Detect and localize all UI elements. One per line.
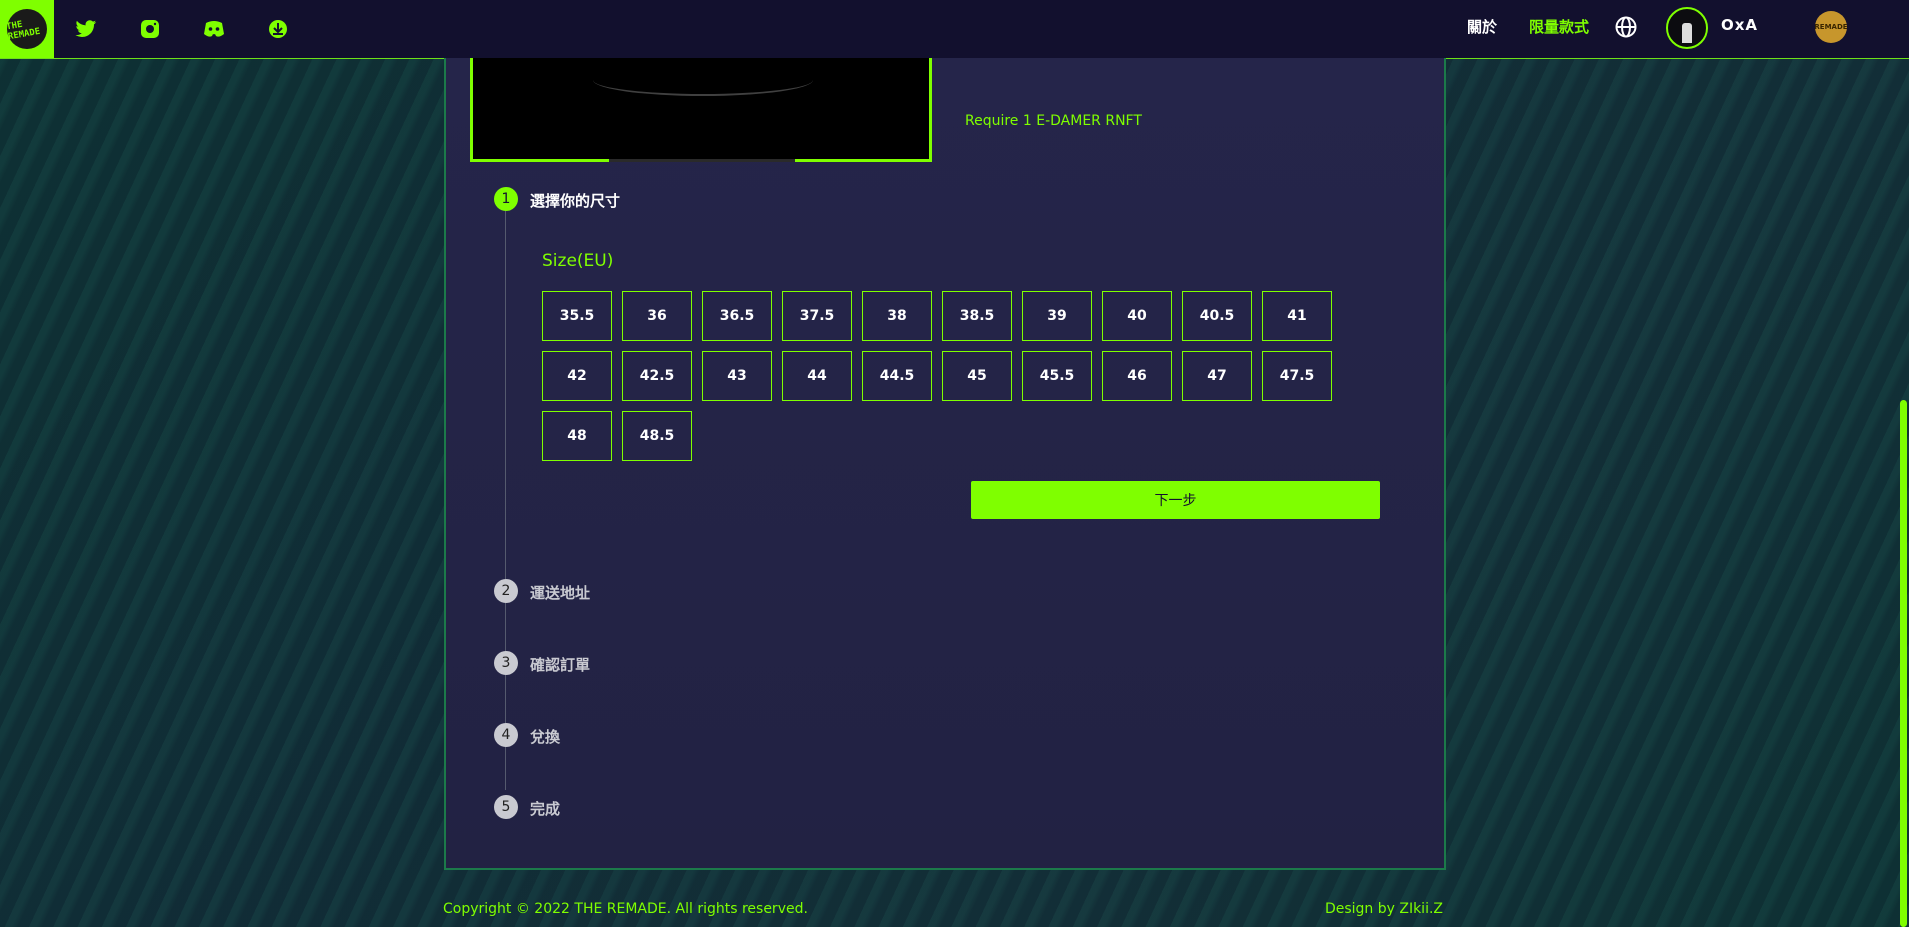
user-avatar[interactable]: [1666, 7, 1708, 49]
nav-limited-styles[interactable]: 限量款式: [1529, 16, 1589, 37]
size-option[interactable]: 38: [862, 291, 932, 341]
step-3-label: 確認訂單: [530, 656, 591, 674]
product-image: [470, 58, 932, 162]
size-option[interactable]: 44.5: [862, 351, 932, 401]
size-option[interactable]: 36.5: [702, 291, 772, 341]
step-5-number: 5: [494, 795, 518, 819]
size-option[interactable]: 35.5: [542, 291, 612, 341]
size-option[interactable]: 47: [1182, 351, 1252, 401]
size-option[interactable]: 45: [942, 351, 1012, 401]
logo-emblem: THE REMADE: [5, 9, 47, 49]
step-2-label: 運送地址: [530, 584, 591, 602]
size-option[interactable]: 39: [1022, 291, 1092, 341]
download-icon[interactable]: [266, 17, 290, 41]
step-5-label: 完成: [530, 800, 561, 818]
step-4-number: 4: [494, 723, 518, 747]
step-1-number: 1: [494, 187, 518, 211]
globe-icon[interactable]: [1614, 15, 1638, 39]
nav-about[interactable]: 關於: [1467, 16, 1497, 37]
size-option[interactable]: 38.5: [942, 291, 1012, 341]
size-option[interactable]: 41: [1262, 291, 1332, 341]
size-option[interactable]: 48.5: [622, 411, 692, 461]
username[interactable]: OxA: [1721, 16, 1758, 34]
size-option[interactable]: 46: [1102, 351, 1172, 401]
image-frame-gap: [609, 159, 795, 162]
twitter-icon[interactable]: [74, 17, 98, 41]
size-option[interactable]: 42.5: [622, 351, 692, 401]
size-option[interactable]: 36: [622, 291, 692, 341]
size-option[interactable]: 48: [542, 411, 612, 461]
remade-logo[interactable]: THE REMADE: [0, 0, 54, 58]
next-step-button[interactable]: 下一步: [971, 481, 1380, 519]
step-1-label: 選擇你的尺寸: [530, 192, 621, 210]
product-highlight: [593, 64, 813, 96]
step-connector-line: [505, 210, 506, 790]
discord-icon[interactable]: [202, 17, 226, 41]
instagram-icon[interactable]: [138, 17, 162, 41]
avatar-figure: [1682, 23, 1692, 43]
logo-text: THE REMADE: [5, 19, 42, 43]
copyright-text: Copyright © 2022 THE REMADE. All rights …: [443, 901, 808, 917]
size-option[interactable]: 37.5: [782, 291, 852, 341]
size-option[interactable]: 42: [542, 351, 612, 401]
scrollbar-thumb[interactable]: [1900, 400, 1907, 927]
top-navigation-bar: THE REMADE 關於 限量款式 OxA REMADE: [0, 0, 1909, 59]
size-option[interactable]: 43: [702, 351, 772, 401]
size-option[interactable]: 40: [1102, 291, 1172, 341]
step-2-number: 2: [494, 579, 518, 603]
require-text: Require 1 E-DAMER RNFT: [965, 113, 1142, 129]
size-option[interactable]: 40.5: [1182, 291, 1252, 341]
size-option[interactable]: 45.5: [1022, 351, 1092, 401]
step-4-label: 兌換: [530, 728, 561, 746]
design-credit: Design by ZIkii.Z: [1324, 901, 1443, 917]
redeem-panel: [444, 58, 1446, 870]
size-option[interactable]: 47.5: [1262, 351, 1332, 401]
badge-text: REMADE: [1814, 23, 1848, 31]
remade-badge-icon[interactable]: REMADE: [1814, 11, 1848, 43]
step-3-number: 3: [494, 651, 518, 675]
size-label: Size(EU): [542, 251, 614, 271]
size-option[interactable]: 44: [782, 351, 852, 401]
